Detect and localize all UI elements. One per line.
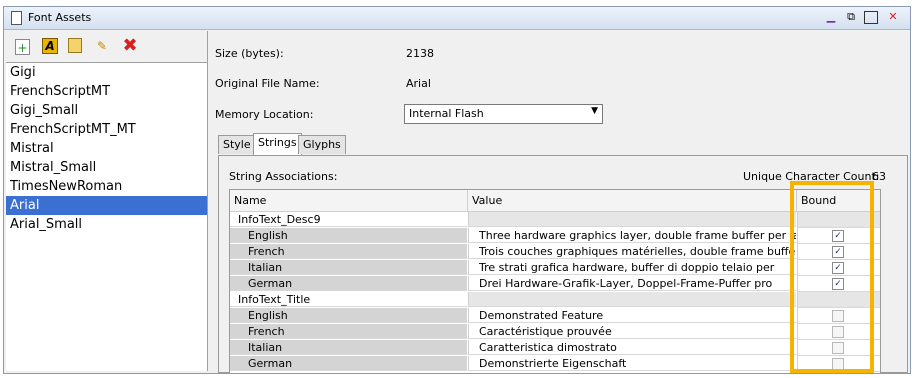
cell-value[interactable]: Demonstrierte Eigenschaft xyxy=(468,356,796,371)
font-list-item[interactable]: FrenchScriptMT_MT xyxy=(6,120,207,139)
font-toolbar: + A ✎ ✖ xyxy=(6,31,207,63)
column-header-name[interactable]: Name xyxy=(230,190,468,211)
cell-value[interactable]: Demonstrated Feature xyxy=(468,308,796,323)
tab-style[interactable]: Style xyxy=(218,135,256,154)
cell-name: English xyxy=(230,308,467,323)
table-row[interactable]: English Three hardware graphics layer, do… xyxy=(230,228,880,244)
cell-name: InfoText_Title xyxy=(230,292,467,307)
delete-icon[interactable]: ✖ xyxy=(122,37,138,55)
table-row[interactable]: French Trois couches graphiques matériell… xyxy=(230,244,880,260)
minimize-icon[interactable]: ▁ xyxy=(824,10,838,24)
cell-value[interactable]: Three hardware graphics layer, double fr… xyxy=(468,228,796,243)
cell-value[interactable]: Caratteristica dimostrato xyxy=(468,340,796,355)
open-icon[interactable] xyxy=(68,38,82,53)
font-list-item[interactable]: Arial_Small xyxy=(6,215,207,234)
string-associations-table: Name Value Bound InfoText_Desc9 English Th… xyxy=(229,189,881,374)
vertical-scrollbar[interactable]: ▲ xyxy=(880,212,881,374)
font-assets-window: Font Assets ▁ ⧉ ✕ + A ✎ ✖ Gigi FrenchScr… xyxy=(3,6,911,374)
add-font-icon[interactable]: + xyxy=(15,39,30,55)
font-list: Gigi FrenchScriptMT Gigi_Small FrenchScr… xyxy=(6,63,207,234)
cell-name: InfoText_Desc9 xyxy=(230,212,467,227)
font-list-item[interactable]: Mistral xyxy=(6,139,207,158)
column-header-value[interactable]: Value xyxy=(468,190,797,211)
memory-location-value: Internal Flash xyxy=(409,107,484,120)
font-list-item[interactable]: Mistral_Small xyxy=(6,158,207,177)
table-group-row[interactable]: InfoText_Title xyxy=(230,292,880,308)
font-list-item[interactable]: Gigi_Small xyxy=(6,101,207,120)
font-list-item[interactable]: TimesNewRoman xyxy=(6,177,207,196)
table-row[interactable]: Italian Tre strati grafica hardware, buff… xyxy=(230,260,880,276)
size-label: Size (bytes): xyxy=(215,47,284,60)
cell-name: Italian xyxy=(230,340,467,355)
font-list-item[interactable]: Gigi xyxy=(6,63,207,82)
file-name-value: Arial xyxy=(406,77,431,90)
unique-count-value: 63 xyxy=(872,170,886,183)
table-row[interactable]: English Demonstrated Feature xyxy=(230,308,880,324)
font-properties-icon[interactable]: A xyxy=(42,38,58,54)
cell-value[interactable]: Drei Hardware-Grafik-Layer, Doppel-Frame… xyxy=(468,276,796,291)
cell-name: German xyxy=(230,356,467,371)
close-icon[interactable]: ✕ xyxy=(886,10,900,24)
font-list-pane: + A ✎ ✖ Gigi FrenchScriptMT Gigi_Small F… xyxy=(6,31,208,371)
cell-value[interactable]: Trois couches graphiques matérielles, do… xyxy=(468,244,796,259)
tab-glyphs[interactable]: Glyphs xyxy=(298,135,346,154)
string-associations-label: String Associations: xyxy=(229,170,338,183)
memory-location-select[interactable]: Internal Flash ▼ xyxy=(404,104,603,124)
bound-column-highlight xyxy=(790,181,874,373)
maximize-icon[interactable] xyxy=(864,11,878,24)
title-bar[interactable]: Font Assets ▁ ⧉ ✕ xyxy=(4,7,910,30)
size-value: 2138 xyxy=(406,47,434,60)
memory-location-label: Memory Location: xyxy=(215,108,314,121)
document-icon xyxy=(11,11,22,25)
font-list-item-selected[interactable]: Arial xyxy=(6,196,207,215)
window-title: Font Assets xyxy=(28,11,92,24)
cell-name: French xyxy=(230,324,467,339)
cell-name: English xyxy=(230,228,467,243)
dock-icon[interactable]: ⧉ xyxy=(844,10,858,24)
cell-value[interactable] xyxy=(468,212,796,227)
cell-value[interactable]: Caractéristique prouvée xyxy=(468,324,796,339)
chevron-down-icon: ▼ xyxy=(591,106,598,116)
cell-name: Italian xyxy=(230,260,467,275)
table-row[interactable]: German Drei Hardware-Grafik-Layer, Doppel… xyxy=(230,276,880,292)
table-group-row[interactable]: InfoText_Desc9 xyxy=(230,212,880,228)
table-row[interactable]: French Caractéristique prouvée xyxy=(230,324,880,340)
cell-value[interactable]: Tre strati grafica hardware, buffer di d… xyxy=(468,260,796,275)
font-list-item[interactable]: FrenchScriptMT xyxy=(6,82,207,101)
cell-name: French xyxy=(230,244,467,259)
edit-icon[interactable]: ✎ xyxy=(94,38,110,54)
table-row[interactable]: German Demonstrierte Eigenschaft xyxy=(230,356,880,372)
tab-strings[interactable]: Strings xyxy=(253,133,302,155)
cell-value[interactable] xyxy=(468,292,796,307)
file-name-label: Original File Name: xyxy=(215,77,320,90)
table-header: Name Value Bound xyxy=(230,190,880,212)
cell-name: German xyxy=(230,276,467,291)
table-row[interactable]: Italian Caratteristica dimostrato xyxy=(230,340,880,356)
